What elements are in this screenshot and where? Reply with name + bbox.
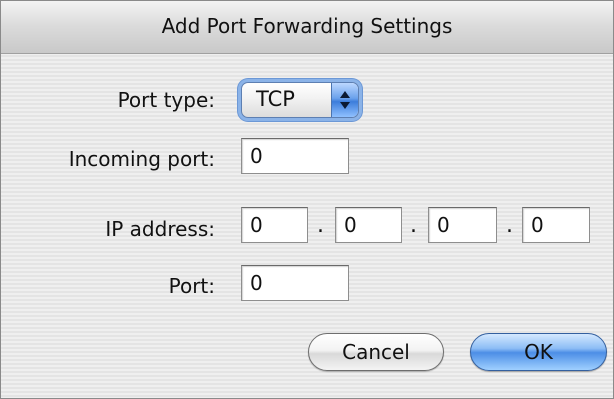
ip-octet-4-input[interactable] [522,207,590,243]
ip-separator: . [410,213,417,238]
port-type-select[interactable]: TCP [241,82,359,118]
dialog-title: Add Port Forwarding Settings [161,14,453,38]
port-input[interactable] [241,265,349,301]
ip-octet-1-input[interactable] [241,207,308,243]
popup-arrows-icon [331,83,358,117]
ip-octet-3-input[interactable] [428,207,497,243]
port-forwarding-dialog: Add Port Forwarding Settings Port type: … [0,0,614,399]
port-type-selected-value: TCP [256,87,295,111]
incoming-port-input[interactable] [241,138,349,174]
port-label: Port: [168,274,215,298]
ip-octet-2-input[interactable] [335,207,402,243]
arrow-down-icon [340,102,350,109]
ip-separator: . [506,213,513,238]
incoming-port-label: Incoming port: [68,147,215,171]
ok-button[interactable]: OK [470,333,607,371]
ip-address-label: IP address: [105,217,215,241]
arrow-up-icon [340,91,350,98]
port-type-label: Port type: [117,88,215,112]
ip-separator: . [317,213,324,238]
cancel-button[interactable]: Cancel [308,333,444,371]
dialog-titlebar[interactable]: Add Port Forwarding Settings [1,1,613,54]
